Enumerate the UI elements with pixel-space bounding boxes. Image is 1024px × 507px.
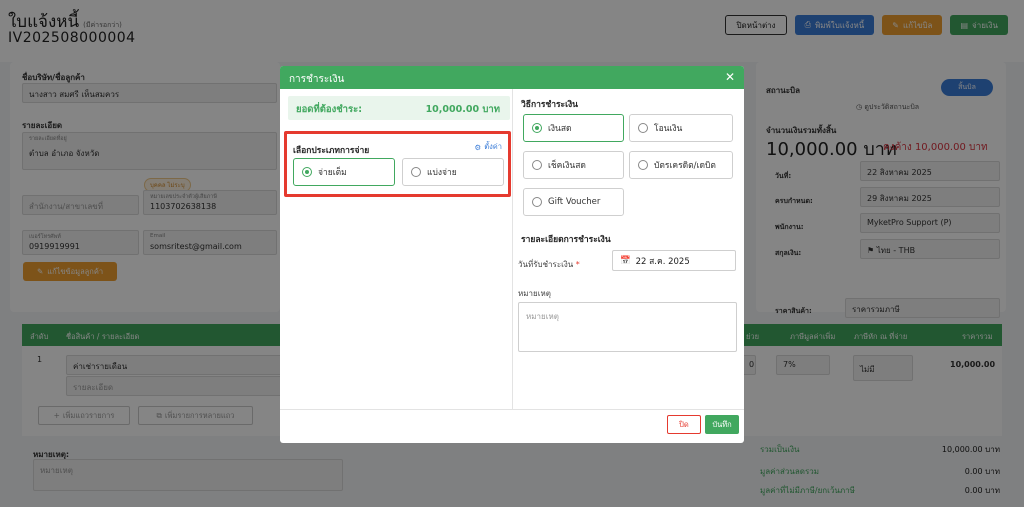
amount-due-label: ยอดที่ต้องชำระ: — [296, 104, 363, 115]
modal-close-button[interactable]: ปิด — [667, 415, 701, 434]
radio-checked-icon — [532, 123, 542, 133]
payment-note-input[interactable]: หมายเหตุ — [518, 302, 737, 352]
payment-type-split-option[interactable]: แบ่งจ่าย — [402, 158, 504, 186]
payment-modal: การชำระเงิน ✕ ยอดที่ต้องชำระ: 10,000.00 … — [280, 66, 744, 443]
payment-type-settings-link[interactable]: ⚙ ตั้งค่า — [475, 141, 503, 153]
radio-unchecked-icon — [532, 197, 542, 207]
radio-checked-icon — [302, 167, 312, 177]
payment-date-label: วันที่รับชำระเงิน * — [518, 260, 580, 269]
radio-unchecked-icon — [638, 123, 648, 133]
calendar-icon: 📅 — [620, 255, 631, 266]
method-card-option[interactable]: บัตรเครดิต/เดบิต — [629, 151, 733, 179]
radio-unchecked-icon — [532, 160, 542, 170]
method-cash-option[interactable]: เงินสด — [523, 114, 624, 142]
payment-type-title: เลือกประเภทการจ่าย — [293, 146, 370, 156]
payment-note-label: หมายเหตุ — [518, 289, 551, 298]
amount-due-bar: ยอดที่ต้องชำระ: 10,000.00 บาท — [288, 96, 510, 120]
radio-unchecked-icon — [411, 167, 421, 177]
modal-divider — [512, 89, 513, 409]
method-voucher-option[interactable]: Gift Voucher — [523, 188, 624, 216]
payment-type-section: เลือกประเภทการจ่าย ⚙ ตั้งค่า จ่ายเต็ม แบ่… — [284, 131, 511, 197]
amount-due-value: 10,000.00 บาท — [425, 104, 500, 115]
modal-header: การชำระเงิน ✕ — [280, 66, 744, 89]
close-icon[interactable]: ✕ — [725, 70, 735, 84]
payment-detail-title: รายละเอียดการชำระเงิน — [521, 235, 611, 245]
modal-title: การชำระเงิน — [289, 74, 345, 85]
method-cheque-option[interactable]: เช็คเงินสด — [523, 151, 624, 179]
method-transfer-option[interactable]: โอนเงิน — [629, 114, 733, 142]
modal-save-button[interactable]: บันทึก — [705, 415, 739, 434]
payment-date-input[interactable]: 📅 22 ส.ค. 2025 — [612, 250, 736, 271]
radio-unchecked-icon — [638, 160, 648, 170]
payment-method-title: วิธีการชำระเงิน — [521, 100, 578, 110]
payment-type-full-option[interactable]: จ่ายเต็ม — [293, 158, 395, 186]
gear-icon: ⚙ — [474, 142, 482, 152]
